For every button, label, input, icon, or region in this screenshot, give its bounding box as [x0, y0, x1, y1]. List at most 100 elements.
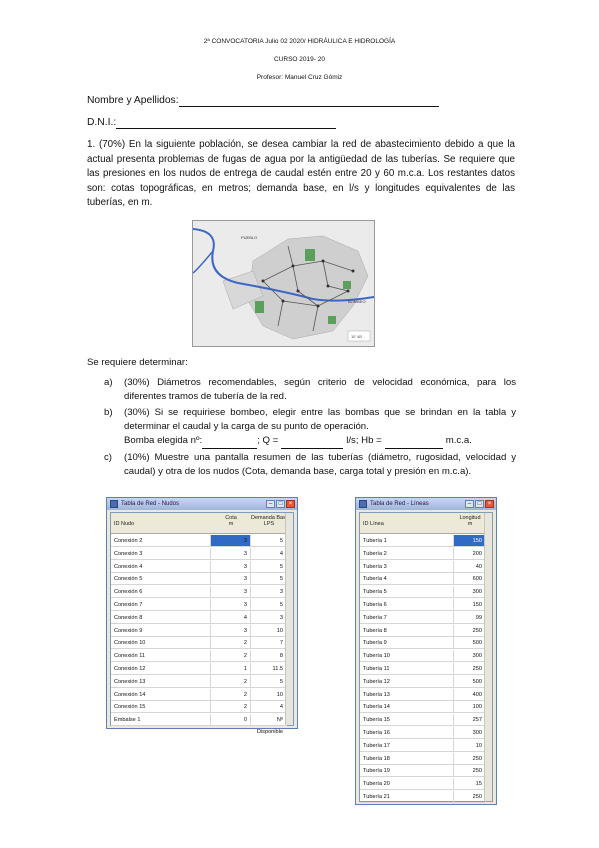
cell-pipe-length[interactable]: 300 [454, 586, 486, 599]
cell-pipe-length[interactable]: 250 [454, 624, 486, 637]
cell-node-cota[interactable]: 2 [211, 650, 251, 663]
cell-node-cota[interactable]: 3 [211, 586, 251, 599]
table-row[interactable]: Conexión 843 [111, 611, 287, 624]
table-row[interactable]: Tubería 6 150 [360, 599, 486, 611]
table-row[interactable]: Tubería 3 40 [360, 560, 486, 573]
pipes-scrollbar[interactable] [484, 513, 492, 801]
cell-node-cota[interactable]: 3 [211, 573, 251, 586]
cell-node-cota[interactable]: 3 [211, 547, 251, 560]
cell-node-demand[interactable]: 5 [251, 675, 287, 688]
cell-node-cota[interactable]: 3 [211, 599, 251, 611]
cell-node-cota[interactable]: 2 [211, 675, 251, 688]
table-row[interactable]: Tubería 18 250 [360, 752, 486, 765]
cell-node-cota[interactable]: 0 [211, 714, 251, 727]
cell-node-demand[interactable]: 8 [251, 650, 287, 663]
close-icon[interactable]: × [286, 500, 295, 508]
table-row[interactable]: Tubería 13 400 [360, 688, 486, 701]
nodes-scrollbar[interactable] [285, 513, 293, 725]
cell-pipe-length[interactable]: 99 [454, 611, 486, 624]
table-row[interactable]: Conexión 235 [111, 535, 287, 547]
table-row[interactable]: Tubería 15 257 [360, 714, 486, 727]
cell-pipe-length[interactable]: 300 [454, 727, 486, 739]
table-row[interactable]: Conexión 9 3 10 [111, 624, 287, 637]
table-row[interactable]: Conexión 11 2 8 [111, 650, 287, 663]
cell-pipe-length[interactable]: 100 [454, 701, 486, 714]
cell-node-cota[interactable]: 1 [211, 663, 251, 675]
cell-node-demand[interactable]: 10 [251, 688, 287, 701]
close-icon[interactable]: × [485, 500, 494, 508]
table-row[interactable]: Conexión 535 [111, 573, 287, 586]
table-row[interactable]: Conexión 12 1 11.5 [111, 663, 287, 675]
table-row[interactable]: Tubería 17 10 [360, 739, 486, 752]
cell-node-demand[interactable]: 5 [251, 535, 287, 547]
cell-node-cota[interactable]: 2 [211, 701, 251, 714]
cell-pipe-length[interactable]: 250 [454, 765, 486, 778]
table-row[interactable]: Conexión 334 [111, 547, 287, 560]
table-row[interactable]: Tubería 21 250 [360, 791, 486, 803]
table-row[interactable]: Conexión 15 2 4 [111, 701, 287, 714]
table-row[interactable]: Conexión 435 [111, 560, 287, 573]
cell-pipe-length[interactable]: 150 [454, 535, 486, 547]
table-row[interactable]: Tubería 14 100 [360, 701, 486, 714]
cell-node-demand[interactable]: Nº Disponible [251, 714, 287, 735]
table-row[interactable]: Tubería 19 250 [360, 765, 486, 778]
maximize-icon[interactable]: □ [276, 500, 285, 508]
maximize-icon[interactable]: □ [475, 500, 484, 508]
cell-node-demand[interactable]: 5 [251, 599, 287, 611]
table-row[interactable]: Tubería 16 300 [360, 727, 486, 739]
cell-node-cota[interactable]: 3 [211, 560, 251, 573]
table-row[interactable]: Tubería 7 99 [360, 611, 486, 624]
cell-pipe-length[interactable]: 150 [454, 599, 486, 611]
table-row[interactable]: Tubería 20 15 [360, 778, 486, 791]
cell-pipe-length[interactable]: 257 [454, 714, 486, 727]
cell-pipe-length[interactable]: 40 [454, 560, 486, 573]
table-row[interactable]: Tubería 8 250 [360, 624, 486, 637]
table-row[interactable]: Tubería 1 150 [360, 535, 486, 547]
cell-pipe-length[interactable]: 15 [454, 778, 486, 791]
cell-node-demand[interactable]: 5 [251, 573, 287, 586]
minimize-icon[interactable]: – [266, 500, 275, 508]
cell-pipe-length[interactable]: 400 [454, 688, 486, 701]
cell-pipe-length[interactable]: 250 [454, 663, 486, 675]
table-row[interactable]: Conexión 633 [111, 586, 287, 599]
cell-pipe-length[interactable]: 250 [454, 791, 486, 803]
table-row[interactable]: Tubería 12 500 [360, 675, 486, 688]
table-row[interactable]: Tubería 11 250 [360, 663, 486, 675]
head-blank[interactable] [384, 434, 443, 450]
cell-pipe-length[interactable]: 250 [454, 752, 486, 765]
cell-node-demand[interactable]: 3 [251, 611, 287, 624]
table-row[interactable]: Conexión 13 2 5 [111, 675, 287, 688]
table-row[interactable]: Conexión 10 2 7 [111, 637, 287, 650]
table-row[interactable]: Embalse 1 0 Nº Disponible [111, 714, 287, 735]
flow-blank[interactable] [281, 434, 344, 450]
pump-number-blank[interactable] [202, 434, 258, 450]
cell-node-cota[interactable]: 2 [211, 637, 251, 650]
cell-pipe-length[interactable]: 500 [454, 675, 486, 688]
cell-node-demand[interactable]: 11.5 [251, 663, 287, 675]
table-row[interactable]: Tubería 5 300 [360, 586, 486, 599]
cell-node-demand[interactable]: 5 [251, 560, 287, 573]
name-blank[interactable] [178, 95, 439, 107]
cell-pipe-length[interactable]: 500 [454, 637, 486, 650]
table-row[interactable]: Conexión 14 2 10 [111, 688, 287, 701]
cell-node-cota[interactable]: 3 [211, 535, 251, 547]
cell-node-cota[interactable]: 4 [211, 611, 251, 624]
cell-node-cota[interactable]: 2 [211, 688, 251, 701]
table-row[interactable]: Tubería 10 300 [360, 650, 486, 663]
minimize-icon[interactable]: – [465, 500, 474, 508]
cell-node-demand[interactable]: 4 [251, 547, 287, 560]
cell-pipe-length[interactable]: 10 [454, 739, 486, 752]
cell-node-demand[interactable]: 7 [251, 637, 287, 650]
cell-pipe-length[interactable]: 200 [454, 547, 486, 560]
dni-blank[interactable] [116, 117, 337, 129]
table-row[interactable]: Tubería 4 600 [360, 573, 486, 586]
table-row[interactable]: Conexión 735 [111, 599, 287, 611]
cell-pipe-length[interactable]: 300 [454, 650, 486, 663]
table-row[interactable]: Tubería 9 500 [360, 637, 486, 650]
table-row[interactable]: Tubería 2 200 [360, 547, 486, 560]
cell-node-demand[interactable]: 4 [251, 701, 287, 714]
pipes-window-titlebar[interactable]: Tabla de Red - Líneas – □ × [356, 498, 496, 510]
nodes-window-titlebar[interactable]: Tabla de Red - Nudos – □ × [107, 498, 297, 510]
cell-node-cota[interactable]: 3 [211, 624, 251, 637]
cell-node-demand[interactable]: 3 [251, 586, 287, 599]
